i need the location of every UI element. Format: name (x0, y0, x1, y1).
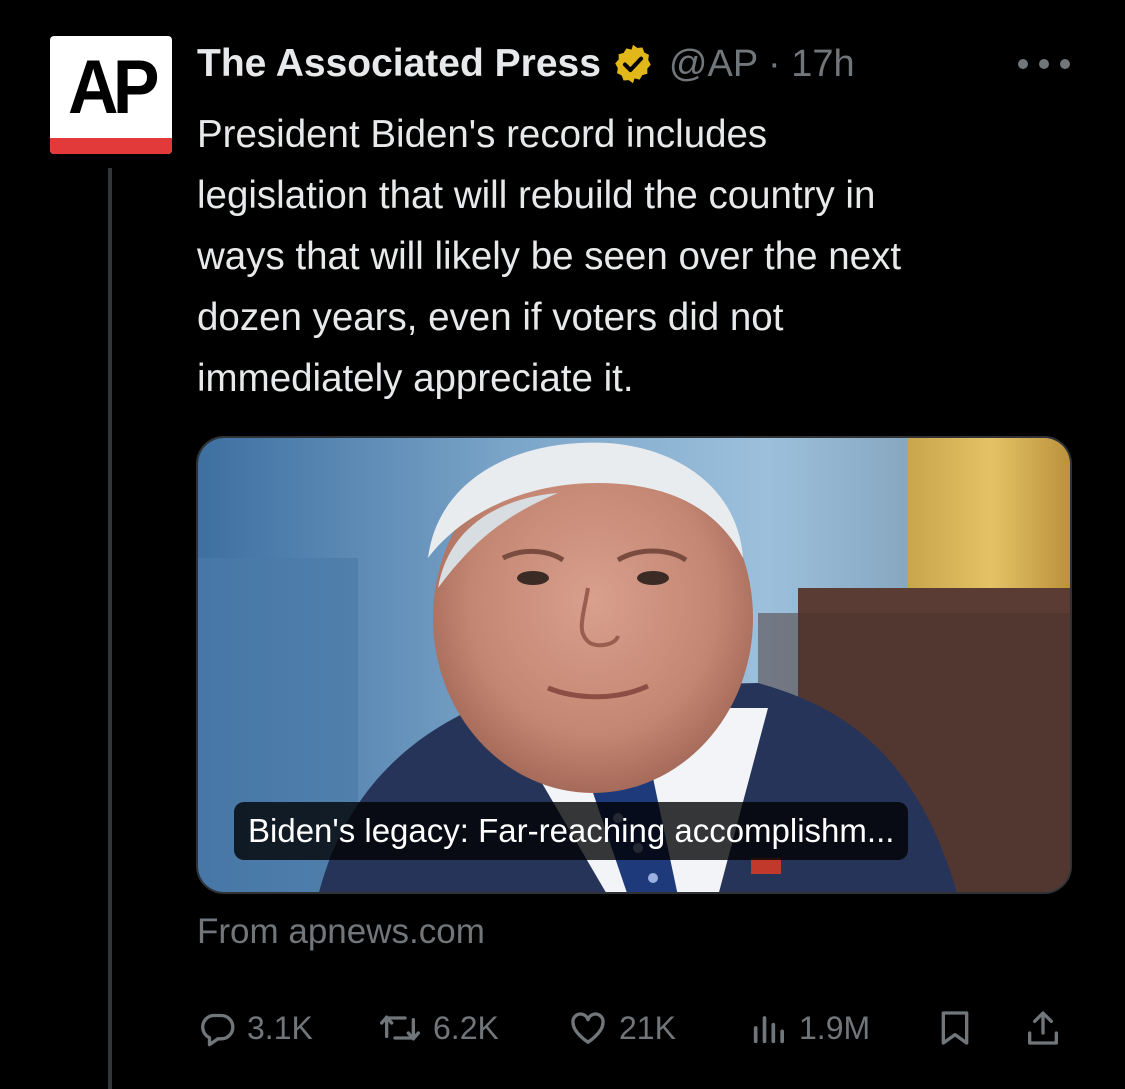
action-bar: 3.1K 6.2K 21K 1.9M (197, 1000, 1077, 1056)
more-dot (1060, 59, 1070, 69)
views-count: 1.9M (799, 1009, 871, 1046)
views-icon (753, 1016, 784, 1044)
like-count: 21K (619, 1009, 676, 1046)
tweet-text: President Biden's record includes legisl… (197, 113, 902, 400)
author-name[interactable]: The Associated Press (197, 42, 601, 86)
more-options-icon[interactable] (1018, 52, 1070, 76)
verified-badge-icon[interactable] (611, 42, 655, 86)
share-icon (1028, 1011, 1058, 1045)
bookmark-button[interactable] (935, 1000, 975, 1056)
thread-line (108, 168, 112, 1089)
avatar-logo-text: AP (67, 45, 160, 130)
reply-button[interactable]: 3.1K (197, 1000, 313, 1056)
card-title[interactable]: Biden's legacy: Far-reaching accomplishm… (234, 802, 909, 860)
reply-count: 3.1K (247, 1009, 313, 1046)
repost-button[interactable]: 6.2K (377, 1000, 499, 1056)
tweet-header: The Associated Press @AP · 17h (197, 40, 855, 88)
handle-and-time[interactable]: @AP · 17h (669, 43, 855, 86)
avatar[interactable]: AP (50, 36, 172, 154)
bookmark-icon (941, 1011, 969, 1045)
more-dot (1039, 59, 1049, 69)
link-card[interactable]: Biden's legacy: Far-reaching accomplishm… (196, 436, 1072, 894)
more-dot (1018, 59, 1028, 69)
reply-icon (201, 1013, 235, 1047)
share-button[interactable] (1023, 1000, 1063, 1056)
like-button[interactable]: 21K (567, 1000, 676, 1056)
like-icon (571, 1012, 605, 1044)
repost-count: 6.2K (433, 1009, 499, 1046)
repost-icon (379, 1015, 420, 1041)
views-button[interactable]: 1.9M (749, 1000, 870, 1056)
avatar-logo-bar (50, 138, 172, 154)
card-source[interactable]: From apnews.com (197, 912, 485, 952)
